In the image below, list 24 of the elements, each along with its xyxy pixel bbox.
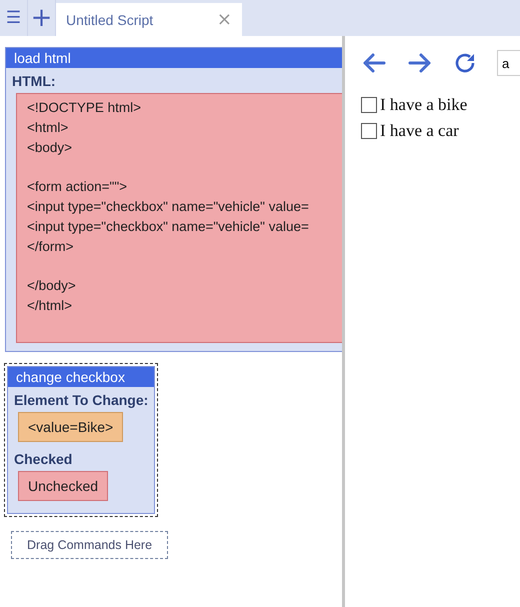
- forward-button[interactable]: [407, 52, 433, 74]
- checkbox[interactable]: [361, 97, 377, 113]
- code-field[interactable]: <!DOCTYPE html> <html> <body> <form action=""> <input type="checkbox" name="vehicle" value= <input type="checkbox" name="vehicle" value= </form> </body> </html>: [16, 93, 342, 343]
- forward-icon: [407, 52, 433, 74]
- command-title: change checkbox: [8, 367, 154, 387]
- reload-button[interactable]: [453, 51, 477, 75]
- element-selector[interactable]: <value=Bike>: [18, 412, 124, 442]
- field-label: Element To Change:: [14, 392, 148, 408]
- back-button[interactable]: [361, 52, 387, 74]
- checkbox-label[interactable]: I have a car: [361, 118, 520, 144]
- command-block[interactable]: change checkbox Element To Change: <value=Bike> Checked Unchecked: [7, 366, 156, 514]
- script-tab[interactable]: Untitled Script ×: [56, 3, 242, 36]
- address-field[interactable]: a: [497, 50, 520, 76]
- checked-state-selector[interactable]: Unchecked: [18, 471, 108, 501]
- reload-icon: [453, 51, 477, 75]
- command-block[interactable]: load html HTML: <!DOCTYPE html> <html> <body> <form action=""> <input type="checkbox" name="vehicle" value= <input type="checkbox" name="vehicle" value= </form> </body> </html>: [5, 47, 342, 352]
- field-label: HTML:: [12, 73, 57, 89]
- field-label: Checked: [14, 451, 74, 467]
- tab-label: Untitled Script: [66, 12, 154, 28]
- checkbox[interactable]: [361, 123, 377, 139]
- command-title: load html: [6, 48, 342, 68]
- checkbox-label[interactable]: I have a bike: [361, 92, 520, 118]
- back-icon: [361, 52, 387, 74]
- drop-zone: Drag Commands Here: [11, 531, 168, 559]
